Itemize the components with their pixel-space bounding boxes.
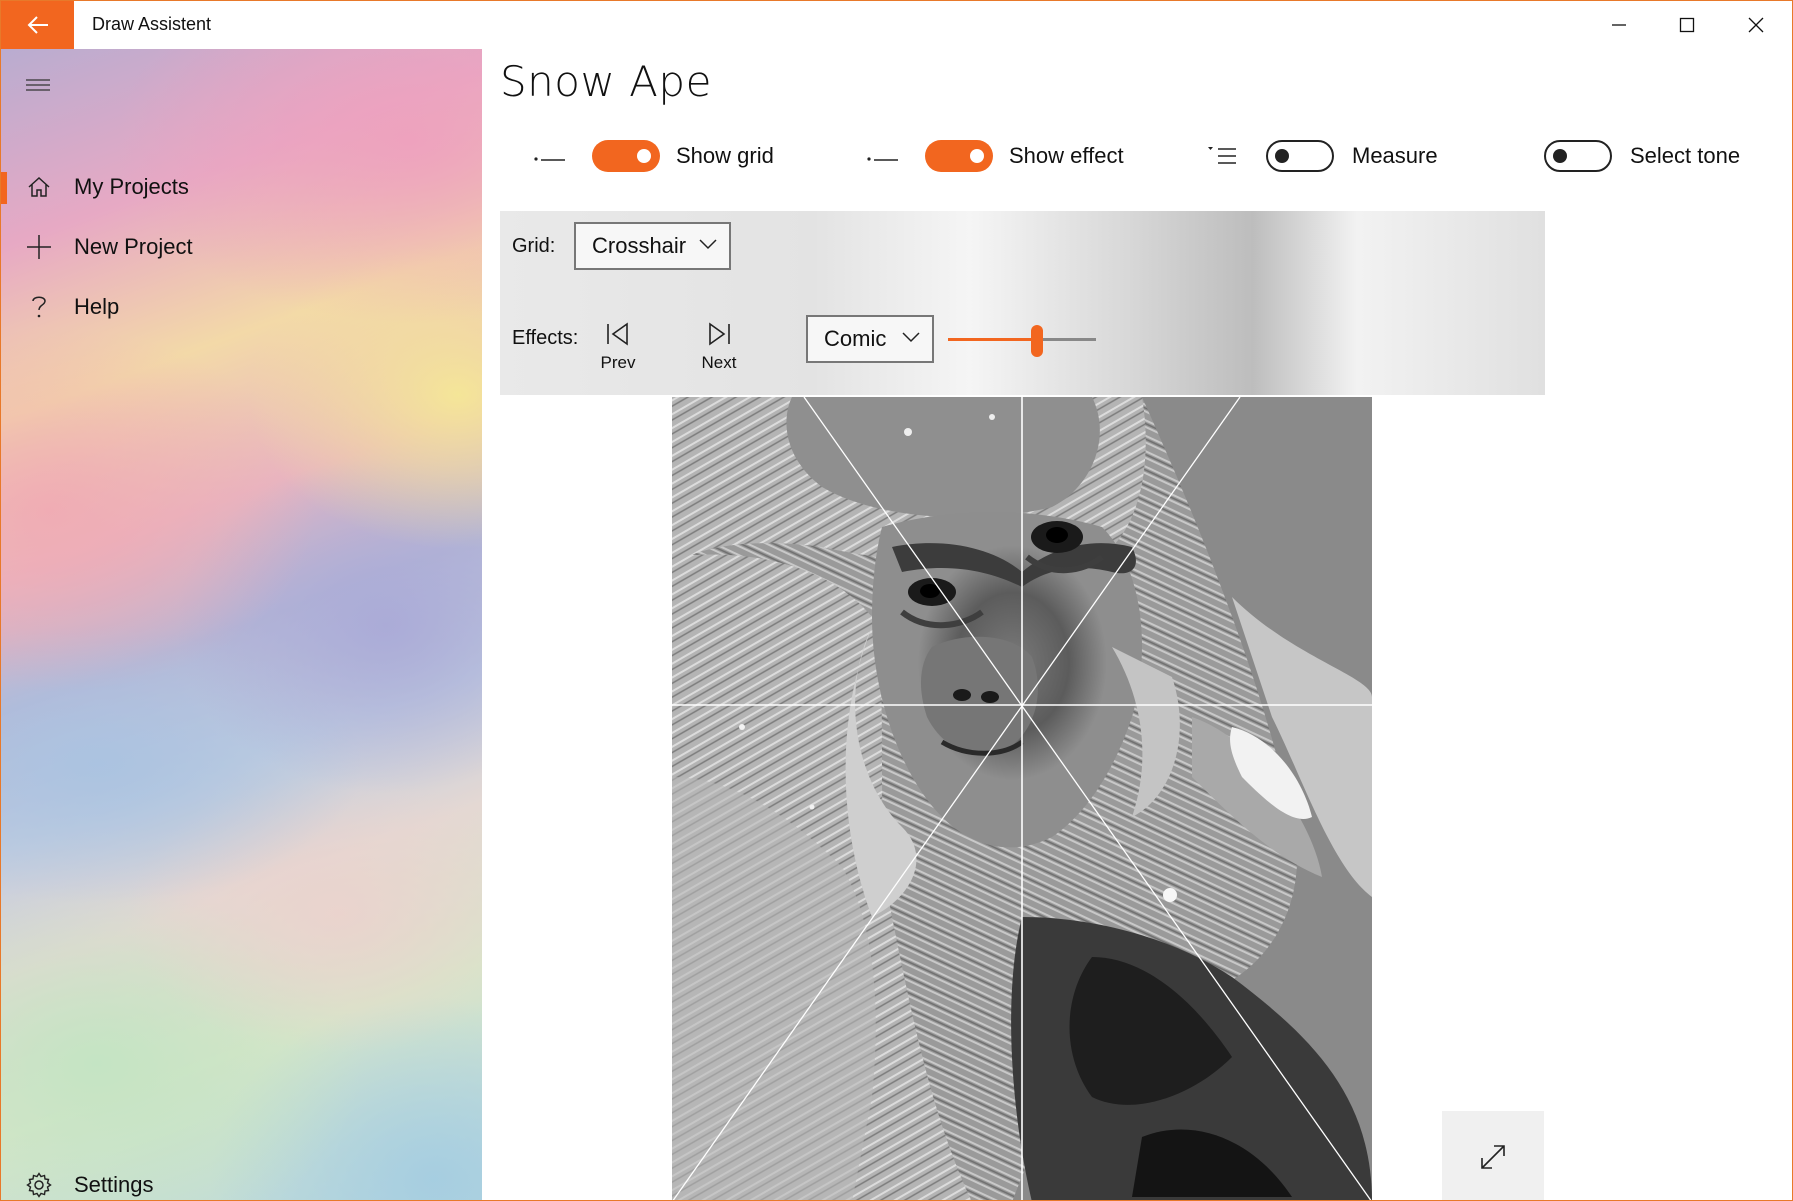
next-effect-button[interactable]: Next <box>684 321 754 391</box>
active-indicator <box>1 172 7 204</box>
effect-intensity-slider[interactable] <box>946 325 1098 357</box>
sidebar-item-settings[interactable]: Settings <box>1 1158 482 1200</box>
maximize-icon <box>1679 17 1695 33</box>
expand-icon <box>1481 1144 1505 1169</box>
app-title: Draw Assistent <box>92 14 212 34</box>
app-window: Draw Assistent My Projects New Project H… <box>0 0 1793 1201</box>
slider-thumb[interactable] <box>1031 325 1043 357</box>
back-arrow-icon <box>27 16 48 34</box>
question-icon <box>25 293 53 321</box>
show-grid-toggle[interactable] <box>592 140 660 172</box>
grid-type-dropdown[interactable]: Crosshair <box>574 222 731 270</box>
plus-icon <box>25 233 53 261</box>
slider-track-empty <box>1037 338 1096 341</box>
grid-label: Grid: <box>512 235 556 257</box>
minimize-icon <box>1612 24 1626 26</box>
hamburger-icon <box>26 79 50 91</box>
grid-type-value: Crosshair <box>592 233 687 258</box>
effect-type-value: Comic <box>824 326 887 351</box>
show-effect-label: Show effect <box>1009 143 1124 168</box>
measure-group: Measure <box>1202 133 1438 179</box>
fullscreen-button[interactable] <box>1442 1111 1544 1200</box>
maximize-button[interactable] <box>1653 1 1721 49</box>
close-icon <box>1748 17 1764 33</box>
show-effect-toggle[interactable] <box>925 140 993 172</box>
main-content: Snow Ape Show grid Show effect Measure S… <box>482 49 1792 1200</box>
show-effect-group: Show effect <box>863 133 1124 179</box>
back-button[interactable] <box>1 1 74 49</box>
sidebar-item-my-projects[interactable]: My Projects <box>1 160 482 214</box>
select-tone-group: Select tone <box>1544 133 1740 179</box>
sidebar-item-label: New Project <box>74 234 193 259</box>
previous-effect-button[interactable]: Prev <box>583 321 653 391</box>
home-icon <box>25 173 53 201</box>
prev-label: Prev <box>600 353 636 372</box>
sidebar-item-label: Settings <box>74 1172 154 1197</box>
chevron-down-icon <box>699 239 717 250</box>
show-grid-group: Show grid <box>530 133 774 179</box>
page-title: Snow Ape <box>500 57 712 106</box>
sidebar-item-new-project[interactable]: New Project <box>1 220 482 274</box>
chevron-down-icon <box>902 332 920 343</box>
minimize-button[interactable] <box>1585 1 1653 49</box>
controls-panel: Grid: Crosshair Effects: Prev Next Comic <box>500 211 1545 395</box>
measure-label: Measure <box>1352 143 1438 168</box>
select-tone-label: Select tone <box>1630 143 1741 168</box>
sidebar-item-label: My Projects <box>74 174 189 199</box>
next-label: Next <box>701 353 737 372</box>
sidebar-item-label: Help <box>74 294 120 319</box>
list-options-icon[interactable] <box>1202 141 1242 171</box>
close-button[interactable] <box>1722 1 1790 49</box>
collapse-icon[interactable] <box>863 141 903 171</box>
sidebar: My Projects New Project Help Settings <box>1 49 482 1200</box>
effects-label: Effects: <box>512 327 579 349</box>
gear-icon <box>25 1171 53 1199</box>
sidebar-item-help[interactable]: Help <box>1 280 482 334</box>
measure-toggle[interactable] <box>1266 140 1334 172</box>
slider-track-filled <box>948 338 1037 341</box>
show-grid-label: Show grid <box>676 143 774 168</box>
collapse-icon[interactable] <box>530 141 570 171</box>
project-image[interactable] <box>672 397 1372 1200</box>
skip-previous-icon <box>607 322 628 346</box>
title-bar: Draw Assistent <box>1 1 1792 49</box>
effect-type-dropdown[interactable]: Comic <box>806 315 934 363</box>
select-tone-toggle[interactable] <box>1544 140 1612 172</box>
hamburger-menu-button[interactable] <box>25 75 51 95</box>
skip-next-icon <box>709 322 730 346</box>
monkey-photo <box>672 397 1372 1200</box>
